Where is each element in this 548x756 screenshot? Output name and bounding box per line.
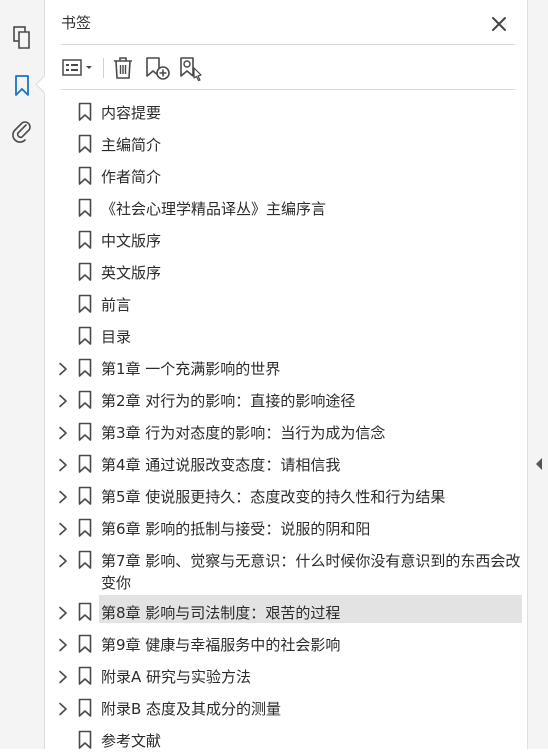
bookmark-item[interactable]: 附录B 态度及其成分的测量 [45,692,527,724]
collapse-arrow-icon[interactable] [535,455,543,470]
bookmark-icon [78,486,92,506]
bookmark-item[interactable]: 第2章 对行为的影响：直接的影响途径 [45,384,527,416]
bookmark-item[interactable]: 第1章 一个充满影响的世界 [45,352,527,384]
bookmark-label: 中文版序 [101,232,162,250]
bookmark-icon [78,326,92,346]
bookmark-item[interactable]: 《社会心理学精品译丛》主编序言 [45,192,527,224]
chevron-right-icon[interactable] [58,553,68,568]
bookmark-icon [78,730,92,750]
divider [61,44,515,45]
bookmark-item[interactable]: 第5章 使说服更持久：态度改变的持久性和行为结果 [45,480,527,512]
bookmark-label: 《社会心理学精品译丛》主编序言 [101,200,327,218]
chevron-right-icon[interactable] [58,521,68,536]
chevron-right-icon[interactable] [58,669,68,684]
chevron-right-icon[interactable] [58,361,68,376]
bookmark-icon[interactable] [10,74,34,98]
bookmark-icon [78,102,92,122]
panel-title: 书签 [61,14,92,32]
bookmark-item[interactable]: 英文版序 [45,256,527,288]
chevron-right-icon[interactable] [58,393,68,408]
bookmark-label: 目录 [101,328,132,346]
bookmark-icon [78,390,92,410]
bookmark-label: 第6章 影响的抵制与接受：说服的阴和阳 [101,520,371,538]
bookmark-item[interactable]: 作者简介 [45,160,527,192]
close-icon[interactable] [490,15,508,33]
bookmark-item[interactable]: 参考文献 [45,724,527,756]
navigation-rail [0,0,45,749]
bookmark-label: 内容提要 [101,104,162,122]
find-bookmark-button[interactable] [179,54,205,82]
trash-icon [114,57,132,79]
bookmark-label: 第8章 影响与司法制度：艰苦的过程 [101,604,341,622]
chevron-right-icon[interactable] [58,425,68,440]
bookmark-item[interactable]: 中文版序 [45,224,527,256]
divider [61,89,515,90]
options-menu-button[interactable] [61,54,97,82]
new-bookmark-button[interactable] [145,54,171,82]
bookmark-label: 第2章 对行为的影响：直接的影响途径 [101,392,356,410]
chevron-right-icon[interactable] [58,605,68,620]
bookmark-icon [78,454,92,474]
bookmark-icon [78,198,92,218]
chevron-right-icon[interactable] [58,457,68,472]
bookmark-icon [78,294,92,314]
new-bookmark-icon [146,57,170,80]
delete-bookmark-button[interactable] [111,54,135,82]
bookmark-item[interactable]: 第9章 健康与幸福服务中的社会影响 [45,628,527,660]
bookmark-icon [78,262,92,282]
bookmark-label: 第5章 使说服更持久：态度改变的持久性和行为结果 [101,488,446,506]
chevron-right-icon[interactable] [58,489,68,504]
bookmark-icon [78,134,92,154]
panel-collapse-strip [527,0,548,749]
bookmark-toolbar [61,54,521,82]
bookmark-label: 第7章 影响、觉察与无意识：什么时候你没有意识到的东西会改变你 [101,552,521,592]
bookmark-item[interactable]: 第6章 影响的抵制与接受：说服的阴和阳 [45,512,527,544]
pages-icon[interactable] [10,26,34,50]
bookmark-icon [78,634,92,654]
attachment-icon[interactable] [10,118,34,143]
bookmark-icon [78,422,92,442]
bookmark-item[interactable]: 主编简介 [45,128,527,160]
bookmark-item[interactable]: 第8章 影响与司法制度：艰苦的过程 [45,595,527,628]
bookmark-icon [78,518,92,538]
chevron-right-icon[interactable] [58,701,68,716]
bookmark-label: 作者简介 [101,168,162,186]
bookmark-icon [78,550,92,570]
bookmark-label: 附录A 研究与实验方法 [101,668,252,686]
bookmark-label: 附录B 态度及其成分的测量 [101,700,282,718]
bookmark-item[interactable]: 第4章 通过说服改变态度：请相信我 [45,448,527,480]
bookmark-label: 第9章 健康与幸福服务中的社会影响 [101,636,341,654]
chevron-right-icon[interactable] [58,637,68,652]
bookmarks-panel: 书签 内容提要 主编简介 作者简介 《社会心理学精品译丛》主编序言 中文版序 英… [45,0,527,750]
list-options-icon [62,59,92,76]
bookmark-item[interactable]: 目录 [45,320,527,352]
bookmark-label: 第3章 行为对态度的影响：当行为成为信念 [101,424,386,442]
bookmark-icon [78,230,92,250]
toolbar-separator [103,58,104,78]
bookmark-label: 第4章 通过说服改变态度：请相信我 [101,456,341,474]
bookmark-icon [78,166,92,186]
bookmark-icon [78,358,92,378]
bookmark-icon [78,666,92,686]
bookmark-label: 前言 [101,296,132,314]
bookmark-item[interactable]: 第3章 行为对态度的影响：当行为成为信念 [45,416,527,448]
bookmark-item[interactable]: 第7章 影响、觉察与无意识：什么时候你没有意识到的东西会改变你 [45,544,527,596]
bookmark-item[interactable]: 附录A 研究与实验方法 [45,660,527,692]
bookmark-item[interactable]: 前言 [45,288,527,320]
bookmark-icon [78,602,92,622]
bookmark-label: 英文版序 [101,264,162,282]
bookmark-label: 第1章 一个充满影响的世界 [101,360,281,378]
bookmark-icon [78,698,92,718]
find-bookmark-icon [180,57,202,81]
bookmark-label: 主编简介 [101,136,162,154]
bookmark-item[interactable]: 内容提要 [45,96,527,128]
